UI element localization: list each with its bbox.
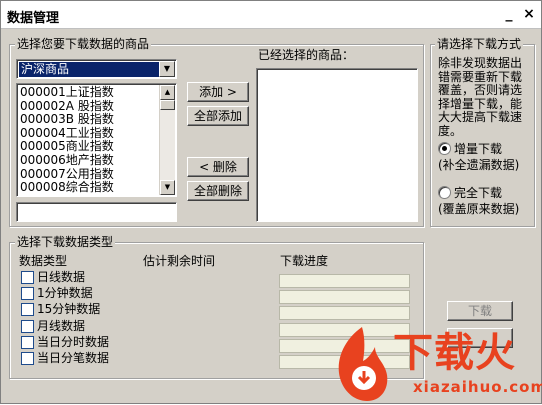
data-type-label[interactable]: 1分钟数据 — [37, 286, 93, 300]
market-combo[interactable]: 沪深商品 ▼ — [16, 59, 177, 79]
minimize-button[interactable]: _ — [501, 6, 517, 22]
stock-list-item[interactable]: 000001上证指数 — [20, 86, 114, 99]
download-progress-bar — [279, 274, 410, 288]
search-input[interactable] — [16, 202, 177, 222]
selected-goods-label: 已经选择的商品： — [258, 48, 355, 62]
stock-list-scrollbar[interactable]: ▲ ▼ — [159, 85, 175, 195]
incremental-note: (补全遗漏数据) — [438, 158, 520, 172]
data-type-checkbox[interactable] — [21, 287, 34, 301]
download-button[interactable]: 下载 — [447, 301, 513, 321]
remove-button[interactable]: < 删除 — [187, 157, 249, 177]
flame-icon — [338, 327, 388, 401]
data-type-label[interactable]: 月线数据 — [37, 319, 85, 333]
download-mode-description-line: 择增量下载，能 — [438, 96, 523, 111]
data-type-label[interactable]: 当日分笔数据 — [37, 351, 109, 365]
data-type-legend: 选择下载数据类型 — [15, 235, 116, 249]
stock-list-item[interactable]: 000006地产指数 — [20, 154, 114, 167]
stock-list-item[interactable]: 000002A 股指数 — [20, 99, 114, 113]
stock-list-item[interactable]: 000007公用指数 — [20, 167, 114, 181]
chevron-down-icon[interactable]: ▼ — [159, 61, 175, 77]
col-data-type: 数据类型 — [19, 254, 68, 268]
data-type-checkbox[interactable] — [21, 303, 34, 317]
stock-list-item[interactable]: 000003B 股指数 — [20, 113, 114, 126]
full-download-radio[interactable] — [438, 186, 451, 199]
watermark-logo: 下载火 xiazaihuo.com — [331, 323, 542, 405]
remove-all-button[interactable]: 全部删除 — [187, 181, 249, 201]
download-progress-bar — [279, 306, 410, 321]
data-type-checkbox[interactable] — [21, 271, 34, 284]
data-type-label[interactable]: 日线数据 — [37, 270, 85, 284]
download-mode-description-line: 覆盖，否则请选 — [438, 83, 523, 97]
title-bar[interactable]: 数据管理 _ × — [1, 1, 541, 29]
col-download-progress: 下载进度 — [280, 254, 329, 268]
col-remaining-time: 估计剩余时间 — [143, 254, 216, 268]
incremental-label[interactable]: 增量下载 — [454, 142, 502, 156]
scroll-up-icon[interactable]: ▲ — [160, 85, 175, 100]
download-mode-description-line: 错需要重新下载 — [438, 69, 523, 84]
watermark-subtext: xiazaihuo.com — [413, 378, 542, 396]
download-mode-description-line: 度。 — [438, 123, 463, 138]
download-mode-legend: 请选择下载方式 — [435, 37, 524, 51]
full-download-note: (覆盖原来数据) — [438, 202, 520, 216]
radio-selected-dot — [442, 146, 447, 151]
full-download-label[interactable]: 完全下载 — [454, 186, 502, 200]
data-management-window: 数据管理 _ × 选择您要下载数据的商品 沪深商品 ▼ 000001上证指数 00… — [0, 0, 542, 404]
market-combo-value: 沪深商品 — [19, 62, 159, 77]
add-all-button[interactable]: 全部添加 — [187, 106, 249, 126]
stock-list-item[interactable]: 000004工业指数 — [20, 126, 114, 140]
data-type-checkbox[interactable] — [21, 352, 34, 365]
data-type-label[interactable]: 15分钟数据 — [37, 302, 100, 316]
download-mode-description-line: 大大提高下载速 — [438, 110, 523, 124]
stock-list-item[interactable]: 000005商业指数 — [20, 140, 114, 153]
download-mode-description-line: 除非发现数据出 — [438, 56, 523, 70]
incremental-radio[interactable] — [438, 142, 451, 155]
scroll-down-icon[interactable]: ▼ — [160, 180, 175, 195]
select-goods-legend: 选择您要下载数据的商品 — [15, 37, 152, 51]
download-progress-bar — [279, 290, 410, 305]
scroll-thumb[interactable] — [160, 100, 175, 110]
stock-list-item[interactable]: 000008综合指数 — [20, 181, 114, 194]
selected-goods-list[interactable] — [256, 68, 418, 222]
stock-list[interactable]: 000001上证指数 000002A 股指数 000003B 股指数 000004工业… — [16, 83, 177, 197]
close-button[interactable]: × — [521, 6, 537, 22]
add-button[interactable]: 添加 > — [187, 82, 249, 102]
watermark-text: 下载火 — [393, 330, 516, 376]
data-type-checkbox[interactable] — [21, 335, 34, 349]
window-title: 数据管理 — [7, 11, 60, 26]
data-type-label[interactable]: 当日分时数据 — [37, 335, 109, 349]
data-type-checkbox[interactable] — [21, 319, 34, 333]
